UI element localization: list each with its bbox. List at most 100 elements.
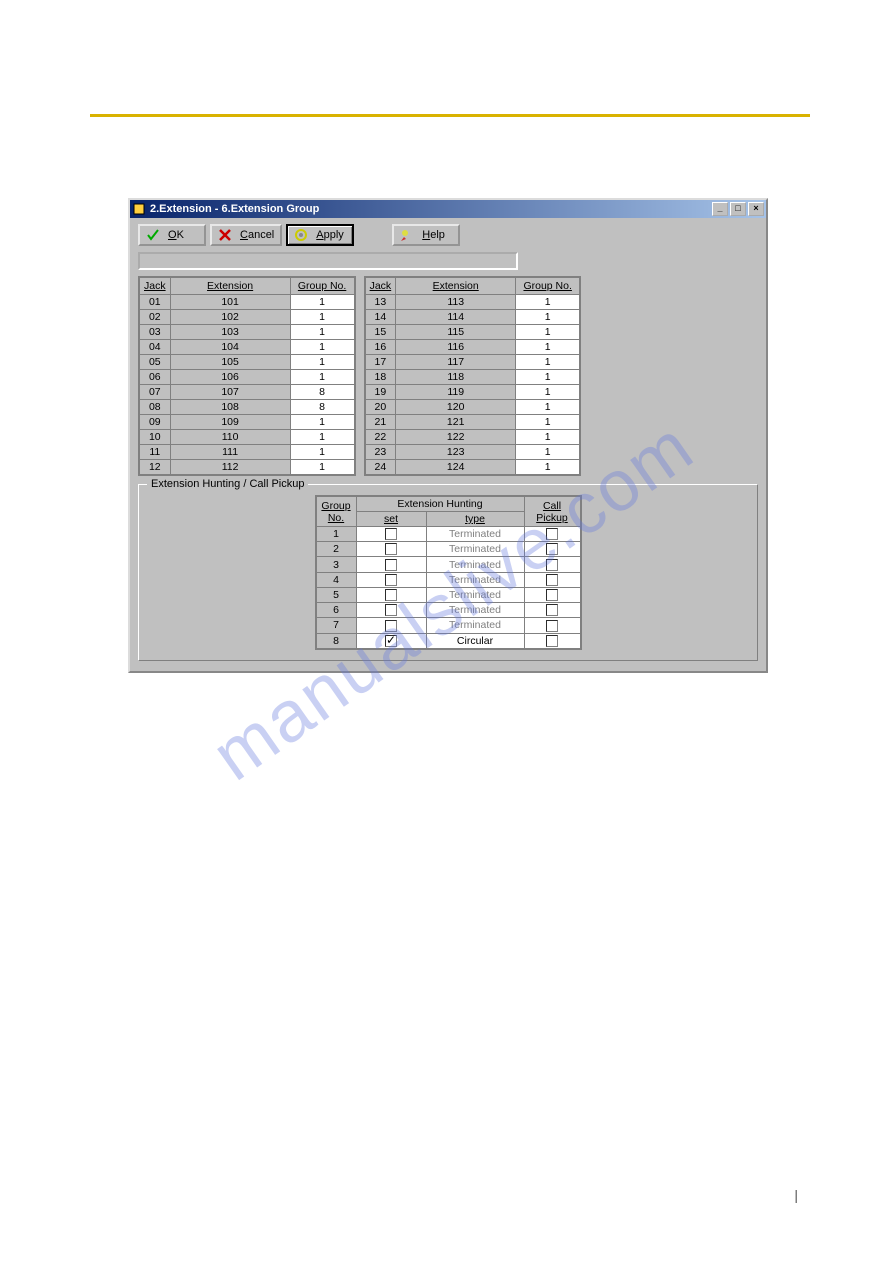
- table-row[interactable]: 141141: [365, 310, 580, 325]
- extension-grid-right[interactable]: Jack Extension Group No. 131131141141151…: [364, 276, 582, 476]
- cell-group-no[interactable]: 1: [516, 370, 580, 385]
- hunting-grid[interactable]: Group No. Extension Hunting Call Pickup …: [315, 495, 582, 650]
- col-extension[interactable]: Extension: [396, 278, 516, 295]
- cancel-button[interactable]: Cancel: [210, 224, 282, 246]
- table-row[interactable]: 171171: [365, 355, 580, 370]
- table-row[interactable]: 6Terminated: [316, 603, 580, 618]
- col-call-pickup[interactable]: Call Pickup: [524, 497, 580, 527]
- set-checkbox[interactable]: [385, 574, 397, 586]
- col-group-no[interactable]: Group No.: [316, 497, 356, 527]
- cell-call-pickup[interactable]: [524, 572, 580, 587]
- cell-group-no[interactable]: 1: [290, 325, 354, 340]
- cell-group-no[interactable]: 8: [290, 400, 354, 415]
- cell-group-no[interactable]: 1: [516, 415, 580, 430]
- cell-call-pickup[interactable]: [524, 603, 580, 618]
- set-checkbox[interactable]: [385, 528, 397, 540]
- table-row[interactable]: 181181: [365, 370, 580, 385]
- cell-call-pickup[interactable]: [524, 633, 580, 648]
- table-row[interactable]: 191191: [365, 385, 580, 400]
- table-row[interactable]: 3Terminated: [316, 557, 580, 572]
- maximize-button[interactable]: □: [730, 202, 746, 216]
- col-group-no[interactable]: Group No.: [290, 278, 354, 295]
- col-ext-hunting[interactable]: Extension Hunting: [356, 497, 524, 512]
- cell-group-no[interactable]: 1: [516, 295, 580, 310]
- table-row[interactable]: 211211: [365, 415, 580, 430]
- filter-box[interactable]: [138, 252, 518, 270]
- cell-group-no[interactable]: 1: [290, 295, 354, 310]
- table-row[interactable]: 031031: [140, 325, 355, 340]
- cell-group-no[interactable]: 1: [516, 430, 580, 445]
- cell-call-pickup[interactable]: [524, 542, 580, 557]
- cell-group-no[interactable]: 1: [516, 325, 580, 340]
- cell-group-no[interactable]: 1: [290, 430, 354, 445]
- titlebar[interactable]: 2.Extension - 6.Extension Group _ □ ×: [130, 200, 766, 218]
- cell-call-pickup[interactable]: [524, 587, 580, 602]
- table-row[interactable]: 091091: [140, 415, 355, 430]
- table-row[interactable]: 101101: [140, 430, 355, 445]
- table-row[interactable]: 7Terminated: [316, 618, 580, 633]
- cell-group-no[interactable]: 1: [516, 400, 580, 415]
- cell-group-no[interactable]: 1: [290, 460, 354, 475]
- cell-group-no[interactable]: 1: [516, 340, 580, 355]
- table-row[interactable]: 4Terminated: [316, 572, 580, 587]
- ok-button[interactable]: OOKK: [138, 224, 206, 246]
- cell-set[interactable]: [356, 557, 426, 572]
- col-extension[interactable]: Extension: [170, 278, 290, 295]
- cell-group-no[interactable]: 1: [516, 460, 580, 475]
- cell-call-pickup[interactable]: [524, 618, 580, 633]
- cell-set[interactable]: [356, 618, 426, 633]
- col-jack[interactable]: Jack: [365, 278, 396, 295]
- call-pickup-checkbox[interactable]: [546, 604, 558, 616]
- set-checkbox[interactable]: [385, 543, 397, 555]
- call-pickup-checkbox[interactable]: [546, 543, 558, 555]
- cell-group-no[interactable]: 1: [290, 340, 354, 355]
- table-row[interactable]: 5Terminated: [316, 587, 580, 602]
- cell-call-pickup[interactable]: [524, 527, 580, 542]
- cell-set[interactable]: [356, 603, 426, 618]
- col-set[interactable]: set: [356, 512, 426, 527]
- set-checkbox[interactable]: [385, 559, 397, 571]
- close-button[interactable]: ×: [748, 202, 764, 216]
- minimize-button[interactable]: _: [712, 202, 728, 216]
- table-row[interactable]: 241241: [365, 460, 580, 475]
- apply-button[interactable]: Apply: [286, 224, 354, 246]
- cell-group-no[interactable]: 1: [290, 370, 354, 385]
- table-row[interactable]: 111111: [140, 445, 355, 460]
- set-checkbox[interactable]: [385, 620, 397, 632]
- cell-group-no[interactable]: 1: [516, 385, 580, 400]
- table-row[interactable]: 2Terminated: [316, 542, 580, 557]
- cell-type[interactable]: Circular: [426, 633, 524, 648]
- table-row[interactable]: 061061: [140, 370, 355, 385]
- table-row[interactable]: 081088: [140, 400, 355, 415]
- table-row[interactable]: 131131: [365, 295, 580, 310]
- col-group-no[interactable]: Group No.: [516, 278, 580, 295]
- call-pickup-checkbox[interactable]: [546, 574, 558, 586]
- table-row[interactable]: 021021: [140, 310, 355, 325]
- table-row[interactable]: 151151: [365, 325, 580, 340]
- cell-set[interactable]: [356, 542, 426, 557]
- table-row[interactable]: 041041: [140, 340, 355, 355]
- cell-set[interactable]: [356, 633, 426, 648]
- call-pickup-checkbox[interactable]: [546, 635, 558, 647]
- extension-grid-left[interactable]: Jack Extension Group No. 011011021021031…: [138, 276, 356, 476]
- table-row[interactable]: 231231: [365, 445, 580, 460]
- call-pickup-checkbox[interactable]: [546, 589, 558, 601]
- table-row[interactable]: 1Terminated: [316, 527, 580, 542]
- table-row[interactable]: 011011: [140, 295, 355, 310]
- table-row[interactable]: 121121: [140, 460, 355, 475]
- col-type[interactable]: type: [426, 512, 524, 527]
- col-jack[interactable]: Jack: [140, 278, 171, 295]
- table-row[interactable]: 201201: [365, 400, 580, 415]
- call-pickup-checkbox[interactable]: [546, 559, 558, 571]
- cell-call-pickup[interactable]: [524, 557, 580, 572]
- cell-set[interactable]: [356, 587, 426, 602]
- set-checkbox[interactable]: [385, 589, 397, 601]
- cell-group-no[interactable]: 1: [290, 445, 354, 460]
- cell-group-no[interactable]: 1: [516, 310, 580, 325]
- table-row[interactable]: 051051: [140, 355, 355, 370]
- help-button[interactable]: Help: [392, 224, 460, 246]
- cell-group-no[interactable]: 8: [290, 385, 354, 400]
- table-row[interactable]: 071078: [140, 385, 355, 400]
- call-pickup-checkbox[interactable]: [546, 528, 558, 540]
- cell-group-no[interactable]: 1: [290, 310, 354, 325]
